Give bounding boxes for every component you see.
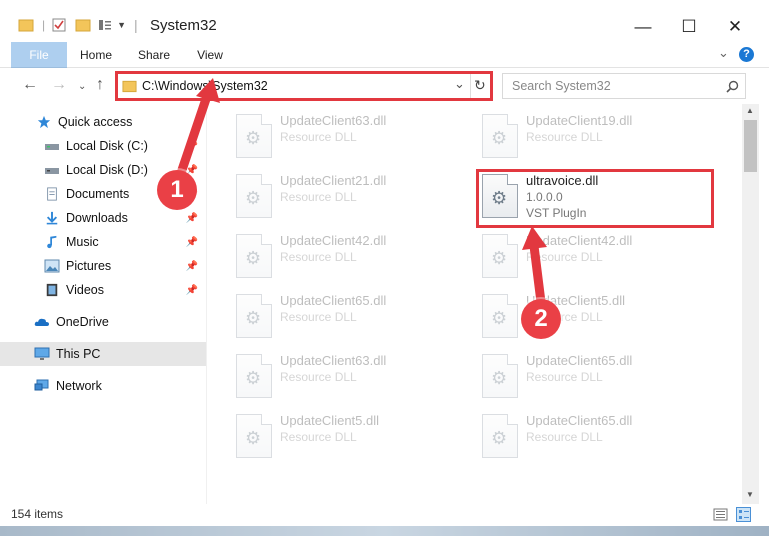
- explorer-window: | ▼ | System32 — ☐ ✕ File Home Share Vie…: [0, 0, 769, 536]
- step-marker-2: 2: [521, 299, 561, 339]
- arrow-1-head: [196, 78, 220, 103]
- arrow-1-shaft: [177, 91, 212, 175]
- arrow-2-head: [522, 226, 547, 250]
- step-marker-1: 1: [157, 170, 197, 210]
- annotation-arrows: [177, 78, 547, 307]
- arrow-2-shaft: [529, 241, 546, 307]
